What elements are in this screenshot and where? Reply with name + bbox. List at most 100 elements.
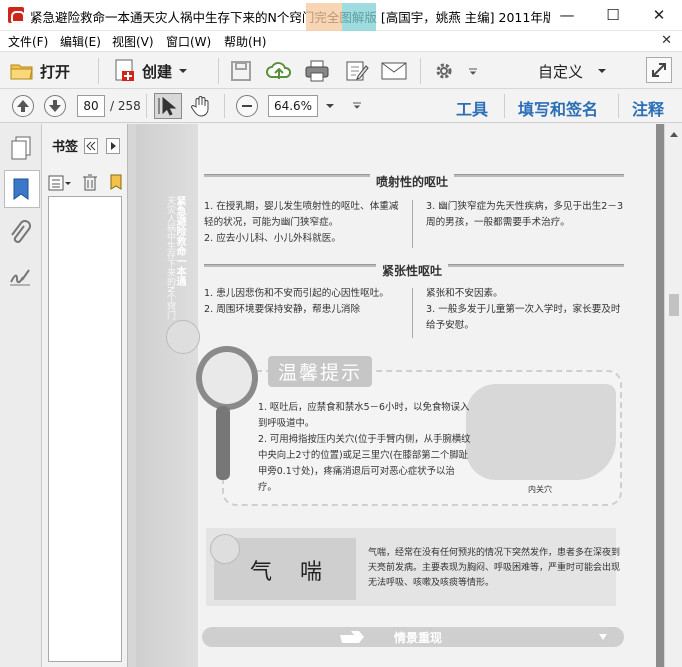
expand-icon (652, 63, 666, 77)
main-toolbar: 打开 创建 自定义 (0, 51, 682, 89)
expand-panel-button[interactable] (106, 138, 120, 154)
maximize-button[interactable]: ☐ (590, 0, 636, 31)
create-pdf-icon (115, 59, 134, 81)
signature-icon[interactable] (8, 264, 32, 288)
column-divider (412, 288, 413, 338)
scrollbar-thumb[interactable] (669, 294, 679, 316)
delete-icon[interactable] (82, 173, 98, 191)
side-vertical-subtitle: 天灾人祸中生存下来的N个窍门 (165, 196, 175, 320)
section2-right-text: 紧张和不安因素。 3. 一般多发于儿童第一次入学时，家长要及时给予安慰。 (426, 288, 621, 331)
menu-edit[interactable]: 编辑(E) (60, 33, 101, 50)
document-view[interactable]: 紧急避险救命一本通 天灾人祸中生存下来的N个窍门 喷射性的呕吐 1. 在授乳期，… (136, 124, 664, 667)
tip-title: 温馨提示 (268, 356, 373, 387)
zoom-level-input[interactable]: 64.6% (268, 95, 318, 117)
gear-icon[interactable] (434, 61, 454, 81)
toolbar-separator (218, 58, 219, 84)
hand-tool-icon[interactable] (190, 95, 212, 117)
section2-left-text: 1. 患儿因悲伤和不安而引起的心因性呕吐。 2. 周围环境要保持安静，帮患儿消除 (204, 288, 389, 315)
bookmarks-tab[interactable] (4, 170, 40, 208)
chevron-down-icon (179, 69, 188, 73)
bookmark-icon (13, 178, 29, 200)
new-bookmark-icon[interactable] (108, 173, 124, 191)
pointing-hand-icon (340, 631, 364, 643)
arrow-up-icon (17, 100, 29, 112)
column-divider (412, 200, 413, 248)
bookmarks-list[interactable] (48, 196, 122, 662)
chevron-right-icon (111, 142, 116, 150)
more-tools-icon[interactable] (352, 101, 362, 111)
mail-icon[interactable] (381, 61, 407, 81)
magnifier-mascot (196, 346, 258, 410)
vertical-scrollbar[interactable] (664, 124, 682, 667)
bookmarks-title: 书签 (52, 140, 79, 155)
wrist-illustration (466, 384, 616, 480)
collapse-panel-button[interactable] (84, 138, 98, 154)
navigation-toolbar: 80 / 258 64.6% 工具 填写和签名 注释 (0, 89, 682, 123)
page-thumbnails-icon[interactable] (10, 136, 32, 160)
page-number-input[interactable]: 80 (77, 95, 105, 117)
section1-left-text: 1. 在授乳期，婴儿发生喷射性的呕吐、体重减轻的状况，可能为幽门狭窄症。 2. … (204, 201, 399, 244)
previous-page-button[interactable] (12, 95, 34, 117)
toolbar-separator (618, 94, 619, 118)
scene-title: 情景重现 (394, 631, 443, 645)
minus-icon (242, 105, 252, 107)
page-side-strip: 紧急避险救命一本通 天灾人祸中生存下来的N个窍门 (136, 124, 200, 667)
magnifier-handle (216, 406, 230, 480)
chevron-down-icon[interactable] (325, 102, 335, 110)
chevron-down-icon (598, 69, 606, 73)
menu-file[interactable]: 文件(F) (8, 33, 48, 50)
panel-splitter[interactable] (128, 124, 136, 667)
minimize-button[interactable]: — (544, 0, 590, 31)
print-icon[interactable] (305, 60, 329, 82)
close-button[interactable]: ✕ (636, 0, 682, 31)
cartoon-avatar (166, 320, 200, 354)
toolbar-separator (504, 94, 505, 118)
bookmark-options-icon[interactable] (48, 174, 72, 192)
open-button[interactable]: 打开 (10, 58, 70, 84)
menu-window[interactable]: 窗口(W) (166, 33, 211, 50)
customize-dropdown[interactable]: 自定义 (538, 61, 583, 82)
zoom-out-button[interactable] (236, 95, 258, 117)
title-bar: 紧急避险救命一本通天灾人祸中生存下来的N个窍门完全图解版 [高国宇，姚燕 主编]… (0, 0, 682, 43)
asthma-title: 气喘 (250, 560, 351, 585)
asthma-description: 气喘，经常在没有任何预兆的情况下突然发作，患者多在深夜到天亮前发病。主要表现为胸… (368, 548, 621, 588)
cursor-icon (158, 96, 177, 116)
acupoint-caption: 内关穴 (528, 485, 552, 494)
fill-sign-tab[interactable]: 填写和签名 (518, 96, 598, 120)
tip-text: 1. 呕吐后，应禁食和禁水5－6小时，以免食物误入到呼吸道中。 2. 可用拇指按… (258, 402, 471, 493)
acrobat-icon (8, 7, 25, 23)
cartoon-avatar (210, 534, 240, 564)
cloud-upload-icon[interactable] (266, 59, 292, 83)
scroll-up-icon[interactable] (669, 130, 679, 138)
document-close-icon[interactable]: ✕ (661, 33, 672, 48)
tools-tab[interactable]: 工具 (456, 96, 488, 120)
section1-right-text: 3. 幽门狭窄症为先天性疾病，多见于出生2－3周的男孩，一般都需要手术治疗。 (426, 201, 624, 228)
section-title-projectile-vomiting: 喷射性的呕吐 (370, 173, 455, 190)
toolbar-separator (224, 94, 225, 118)
toolbar-separator (420, 58, 421, 84)
comment-tab[interactable]: 注释 (632, 96, 664, 120)
side-vertical-title: 紧急避险救命一本通 (174, 196, 185, 286)
save-icon[interactable] (230, 60, 252, 82)
page-total: / 258 (110, 99, 141, 113)
expand-button[interactable] (646, 57, 672, 83)
bookmarks-panel: 书签 (42, 124, 128, 667)
window-title: 紧急避险救命一本通天灾人祸中生存下来的N个窍门完全图解版 [高国宇，姚燕 主编]… (30, 10, 550, 25)
double-chevron-left-icon (86, 141, 96, 151)
create-button[interactable]: 创建 (114, 58, 188, 84)
select-tool-button[interactable] (154, 93, 182, 119)
next-page-button[interactable] (44, 95, 66, 117)
menu-view[interactable]: 视图(V) (112, 33, 154, 50)
arrow-down-icon (49, 100, 61, 112)
triangle-down-icon (599, 634, 607, 640)
menu-bar: 文件(F) 编辑(E) 视图(V) 窗口(W) 帮助(H) ✕ (0, 31, 682, 51)
pdf-page: 紧急避险救命一本通 天灾人祸中生存下来的N个窍门 喷射性的呕吐 1. 在授乳期，… (136, 124, 656, 667)
folder-icon (10, 64, 33, 80)
menu-help[interactable]: 帮助(H) (224, 33, 266, 50)
section-title-nervous-vomiting: 紧张性呕吐 (376, 262, 449, 279)
paperclip-icon[interactable] (8, 220, 32, 248)
navigation-pane (0, 124, 42, 667)
chevron-down-icon[interactable] (468, 66, 478, 76)
edit-document-icon[interactable] (345, 60, 369, 82)
toolbar-separator (98, 58, 99, 84)
